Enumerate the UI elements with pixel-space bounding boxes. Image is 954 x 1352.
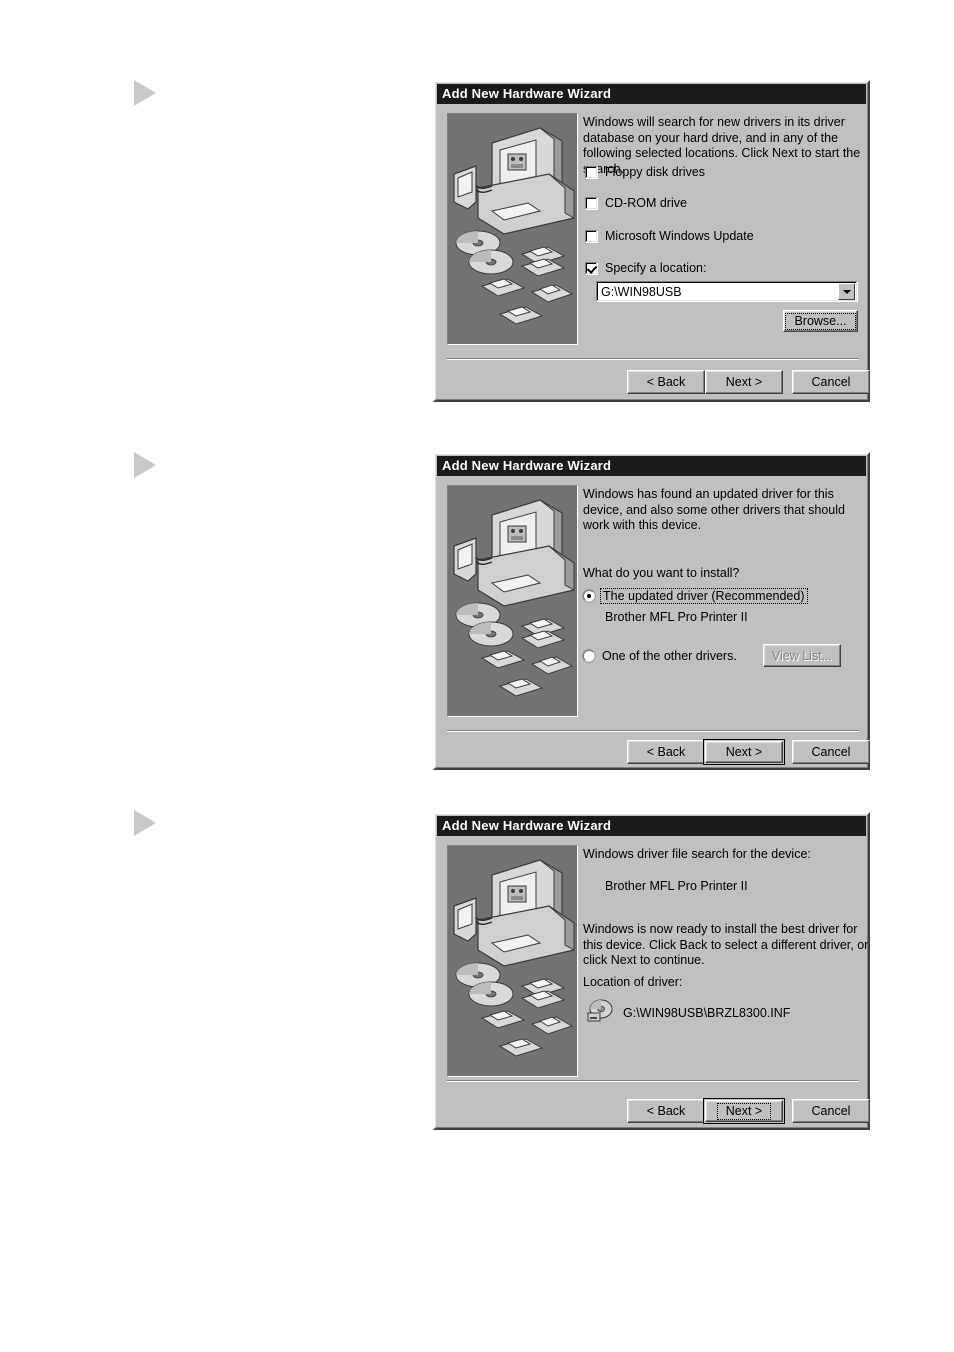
hardware-illustration-2 <box>447 485 578 717</box>
radio-dot-other-drivers[interactable] <box>583 650 595 662</box>
cancel-button-3-label: Cancel <box>811 1104 851 1118</box>
back-button-2[interactable]: < Back <box>627 740 705 764</box>
computer-media-illustration-2 <box>453 499 575 697</box>
updated-driver-device-name: Brother MFL Pro Printer II <box>605 610 748 624</box>
view-list-button[interactable]: View List... <box>763 644 841 667</box>
hardware-illustration-3 <box>447 845 578 1077</box>
radio-other-drivers[interactable]: One of the other drivers. <box>583 648 737 664</box>
dialog-2-body-text: Windows has found an updated driver for … <box>583 487 845 532</box>
view-list-button-label: View List... <box>771 648 833 663</box>
checkbox-label-cdrom: CD-ROM drive <box>605 196 687 210</box>
checkbox-cd-rom-drive[interactable]: CD-ROM drive <box>585 195 687 211</box>
dialog-1-titlebar: Add New Hardware Wizard <box>437 84 866 104</box>
checkbox-box-specify-location[interactable] <box>585 261 598 275</box>
location-combobox-value: G:\WIN98USB <box>601 284 682 299</box>
checkbox-floppy-disk-drives[interactable]: Floppy disk drives <box>585 164 705 180</box>
location-combobox[interactable]: G:\WIN98USB <box>596 281 858 302</box>
next-button-3-face: Next > <box>705 1100 783 1122</box>
dialog-3-titlebar: Add New Hardware Wizard <box>437 816 866 836</box>
cancel-button-2-label: Cancel <box>811 745 851 759</box>
step-marker-2 <box>134 452 156 478</box>
back-button-3[interactable]: < Back <box>627 1099 705 1123</box>
install-question-label: What do you want to install? <box>583 566 740 580</box>
driver-search-heading: Windows driver file search for the devic… <box>583 847 811 861</box>
found-device-name: Brother MFL Pro Printer II <box>605 879 748 893</box>
dialog-1-separator <box>447 358 859 360</box>
hardware-illustration-1 <box>447 113 578 345</box>
back-button-1[interactable]: < Back <box>627 370 705 394</box>
cdrom-drive-icon <box>586 998 614 1027</box>
browse-button-label: Browse... <box>785 312 856 330</box>
next-button-2-face: Next > <box>705 741 783 763</box>
cancel-button-1-label: Cancel <box>811 375 851 389</box>
add-new-hardware-wizard-dialog-1: Add New Hardware Wizard Windows will sea… <box>433 80 870 402</box>
browse-button[interactable]: Browse... <box>783 310 858 332</box>
next-button-2[interactable]: Next > <box>703 739 785 765</box>
dialog-2-titlebar: Add New Hardware Wizard <box>437 456 866 476</box>
radio-label-other-drivers: One of the other drivers. <box>602 649 737 663</box>
checkbox-label-windows-update: Microsoft Windows Update <box>605 229 754 243</box>
next-button-1-label: Next > <box>725 375 763 389</box>
checkbox-label-floppy: Floppy disk drives <box>605 165 706 179</box>
checkbox-specify-a-location[interactable]: Specify a location: <box>585 260 706 276</box>
back-button-2-label: < Back <box>646 745 686 759</box>
next-button-1[interactable]: Next > <box>705 370 783 394</box>
radio-updated-driver[interactable]: The updated driver (Recommended) <box>583 588 808 604</box>
checkbox-microsoft-windows-update[interactable]: Microsoft Windows Update <box>585 228 754 244</box>
cancel-button-3[interactable]: Cancel <box>792 1099 870 1123</box>
add-new-hardware-wizard-dialog-3: Add New Hardware Wizard Windows driver f… <box>433 812 870 1130</box>
checkbox-label-specify-location: Specify a location: <box>605 261 707 275</box>
ready-to-install-text: Windows is now ready to install the best… <box>583 922 869 967</box>
step-marker-1 <box>134 80 156 106</box>
next-button-3[interactable]: Next > <box>703 1098 785 1124</box>
back-button-1-label: < Back <box>646 375 686 389</box>
checkbox-box-windows-update[interactable] <box>585 229 598 243</box>
driver-location-row: G:\WIN98USB\BRZL8300.INF <box>586 998 790 1027</box>
driver-path-label: G:\WIN98USB\BRZL8300.INF <box>623 1005 791 1020</box>
location-of-driver-heading: Location of driver: <box>583 975 683 989</box>
next-button-3-label: Next > <box>716 1102 772 1120</box>
chevron-down-icon[interactable] <box>838 283 855 300</box>
computer-media-illustration <box>453 127 575 325</box>
checkbox-box-floppy[interactable] <box>585 165 598 179</box>
add-new-hardware-wizard-dialog-2: Add New Hardware Wizard Windows has foun… <box>433 452 870 770</box>
cancel-button-1[interactable]: Cancel <box>792 370 870 394</box>
back-button-3-label: < Back <box>646 1104 686 1118</box>
dialog-2-separator <box>447 730 859 732</box>
dialog-3-separator <box>447 1080 859 1082</box>
next-button-2-label: Next > <box>725 745 763 759</box>
radio-dot-updated-driver[interactable] <box>583 590 595 602</box>
computer-media-illustration-3 <box>453 859 575 1057</box>
checkbox-box-cdrom[interactable] <box>585 196 598 210</box>
radio-label-updated-driver: The updated driver (Recommended) <box>600 588 808 604</box>
step-marker-3 <box>134 810 156 836</box>
cancel-button-2[interactable]: Cancel <box>792 740 870 764</box>
